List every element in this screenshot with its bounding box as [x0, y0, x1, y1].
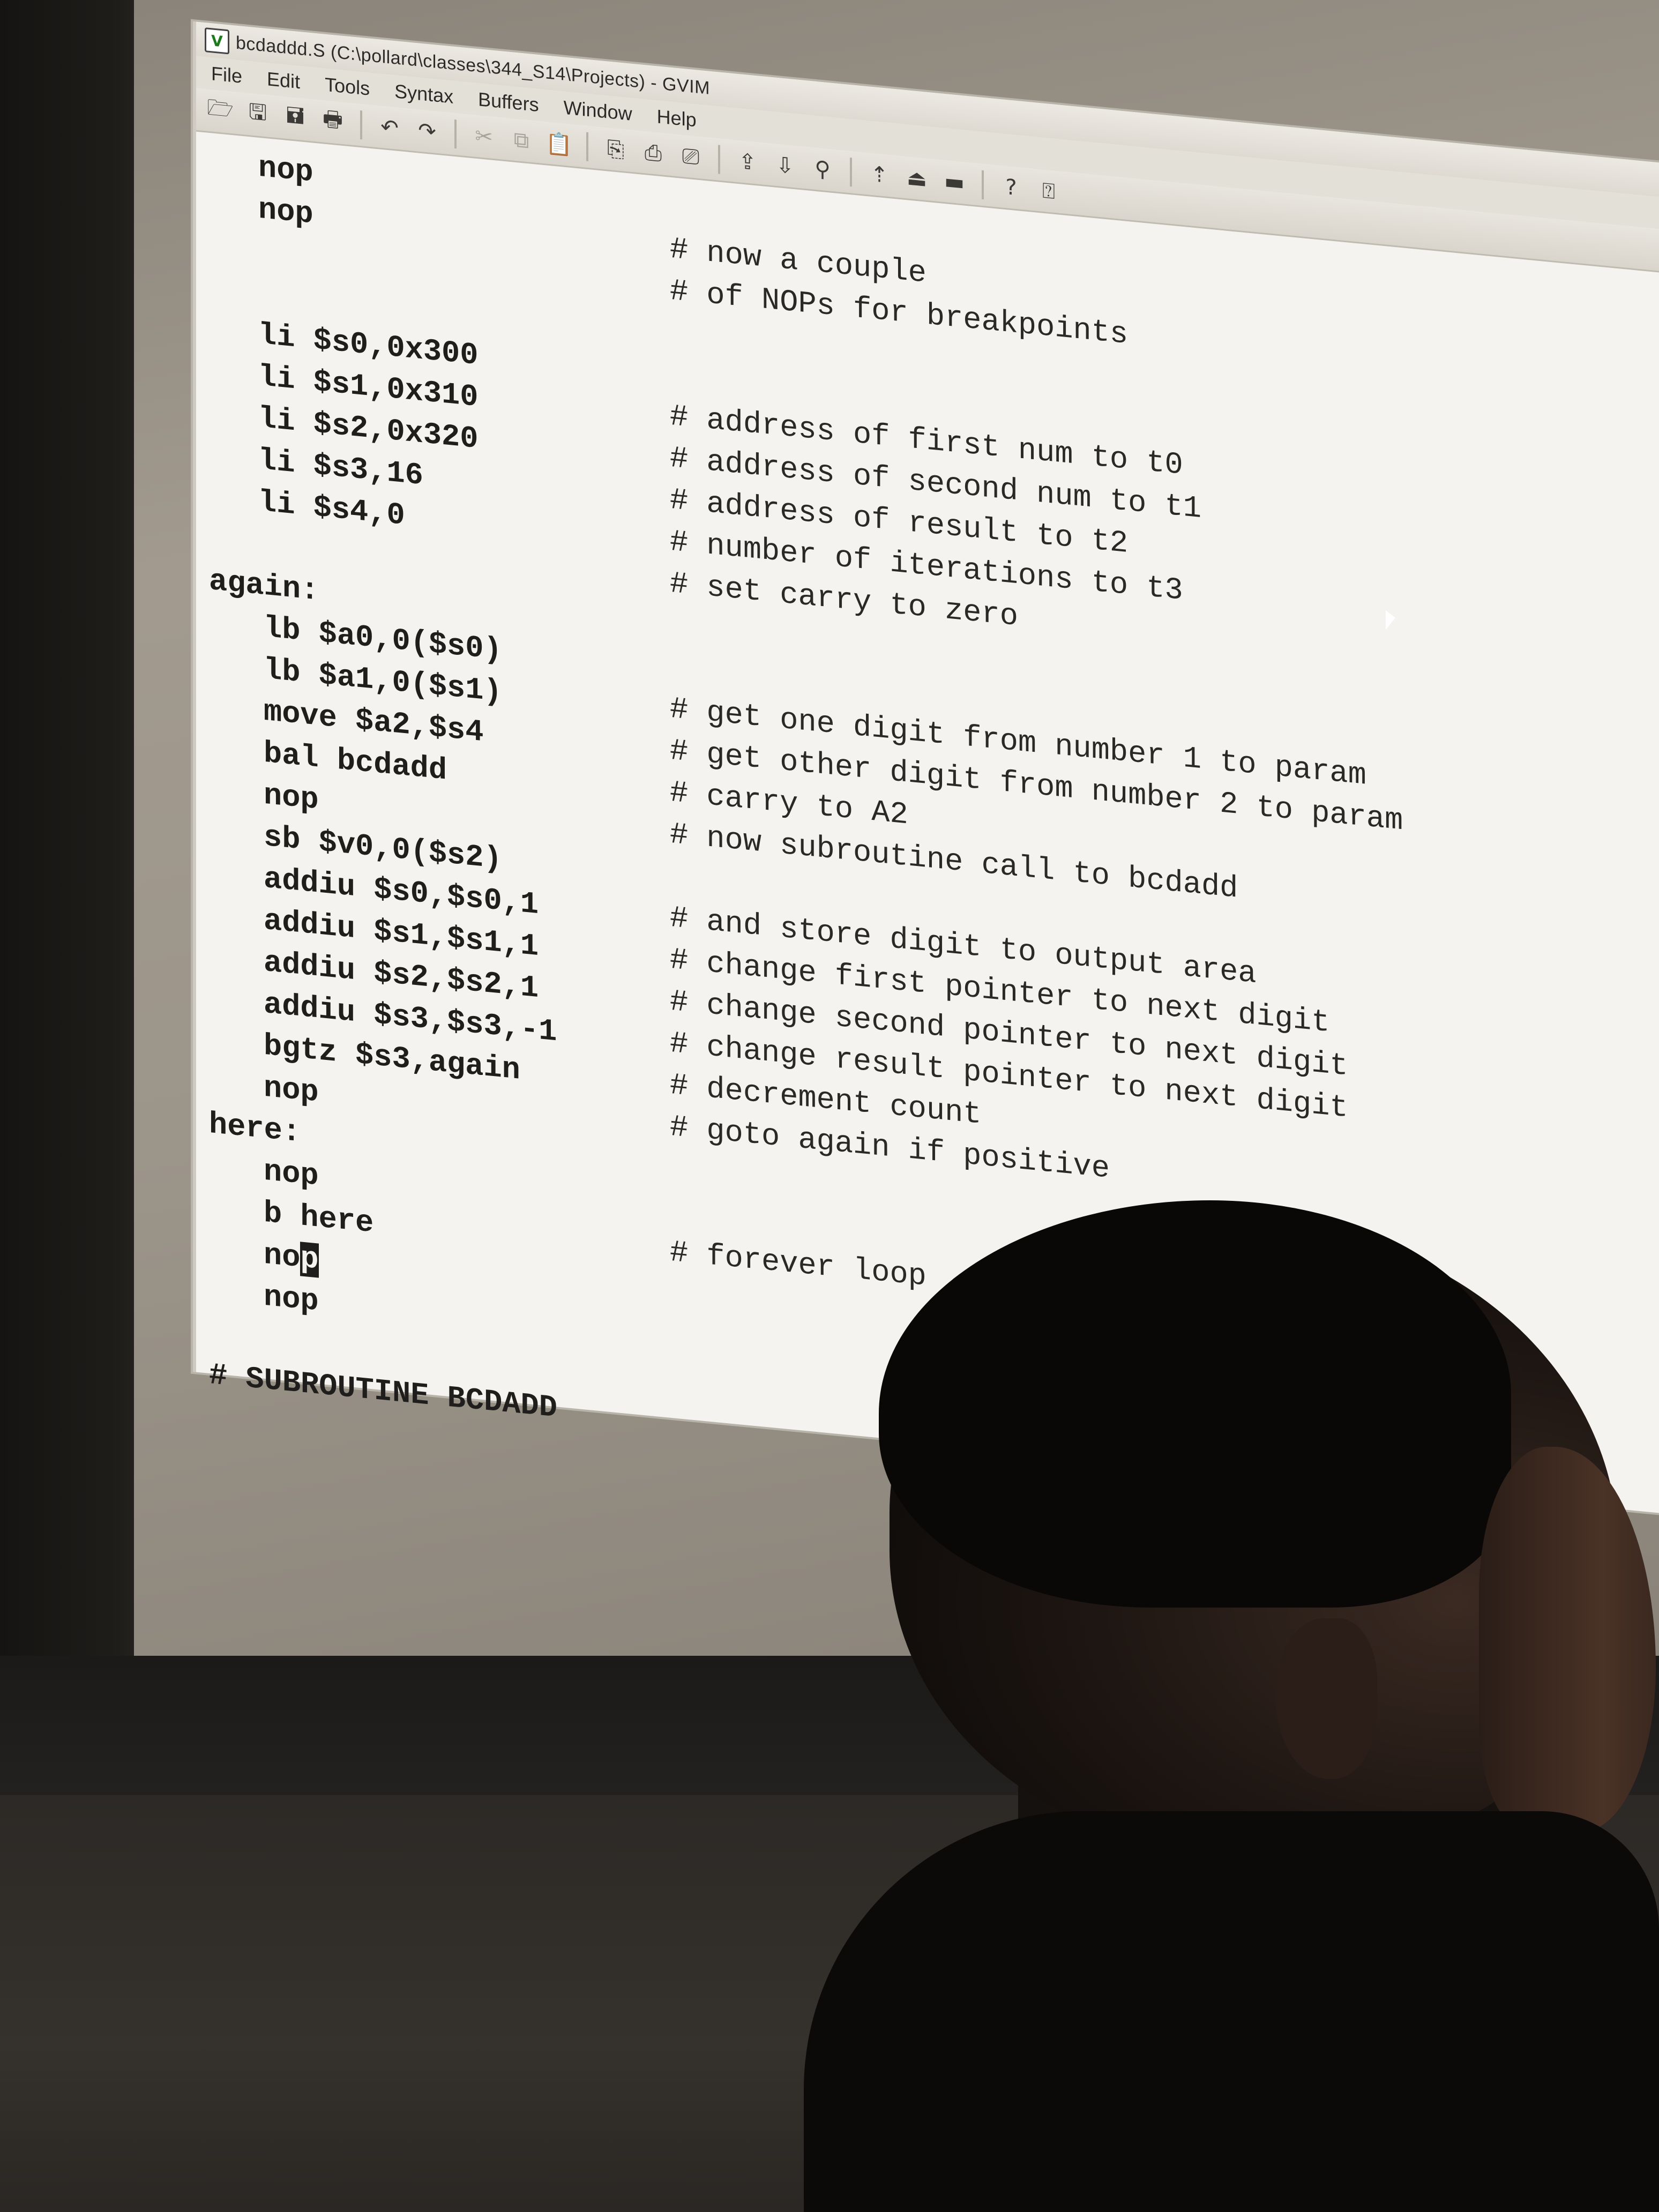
make-icon[interactable]: ⇡ [863, 156, 896, 193]
find-prev-icon[interactable]: ⎚ [674, 138, 707, 175]
save-all-icon[interactable]: 🖬 [279, 100, 312, 137]
menu-edit[interactable]: Edit [264, 65, 303, 96]
redo-icon[interactable]: ↷ [410, 113, 444, 150]
menu-window[interactable]: Window [561, 94, 636, 128]
run-script-icon[interactable]: ⚲ [806, 151, 839, 188]
text-cursor: p [300, 1242, 319, 1278]
menu-help[interactable]: Help [654, 103, 700, 134]
toolbar-separator [850, 158, 852, 187]
toolbar-separator [586, 132, 588, 162]
toolbar-separator [982, 170, 984, 200]
paste-icon[interactable]: 📋 [542, 126, 576, 162]
print-icon[interactable]: 🖶 [316, 104, 349, 140]
menu-file[interactable]: File [208, 60, 245, 91]
shell-icon[interactable]: ⏏ [900, 160, 933, 197]
vim-icon[interactable]: V [205, 27, 229, 55]
menu-buffers[interactable]: Buffers [475, 86, 542, 119]
cut-icon[interactable]: ✂ [467, 118, 500, 155]
tags-icon[interactable]: ▬ [938, 164, 971, 200]
undo-icon[interactable]: ↶ [373, 109, 406, 146]
load-session-icon[interactable]: ⇪ [731, 144, 764, 181]
find-icon[interactable]: ⎘ [599, 131, 632, 168]
menu-syntax[interactable]: Syntax [391, 78, 457, 111]
copy-icon[interactable]: ⧉ [505, 122, 538, 159]
find-help-icon[interactable]: ⍰ [1032, 173, 1065, 210]
menu-tools[interactable]: Tools [322, 71, 373, 102]
presenter-shoulders [804, 1811, 1659, 2212]
toolbar-separator [718, 145, 720, 174]
mouse-pointer-icon [1386, 610, 1395, 631]
save-icon[interactable]: 🖫 [241, 97, 274, 133]
toolbar-separator [360, 110, 362, 140]
open-icon[interactable]: 🗁 [204, 93, 237, 130]
save-session-icon[interactable]: ⇩ [768, 147, 802, 184]
toolbar-separator [454, 119, 457, 149]
help-icon[interactable]: ? [995, 169, 1028, 206]
find-next-icon[interactable]: ⎙ [637, 135, 670, 171]
